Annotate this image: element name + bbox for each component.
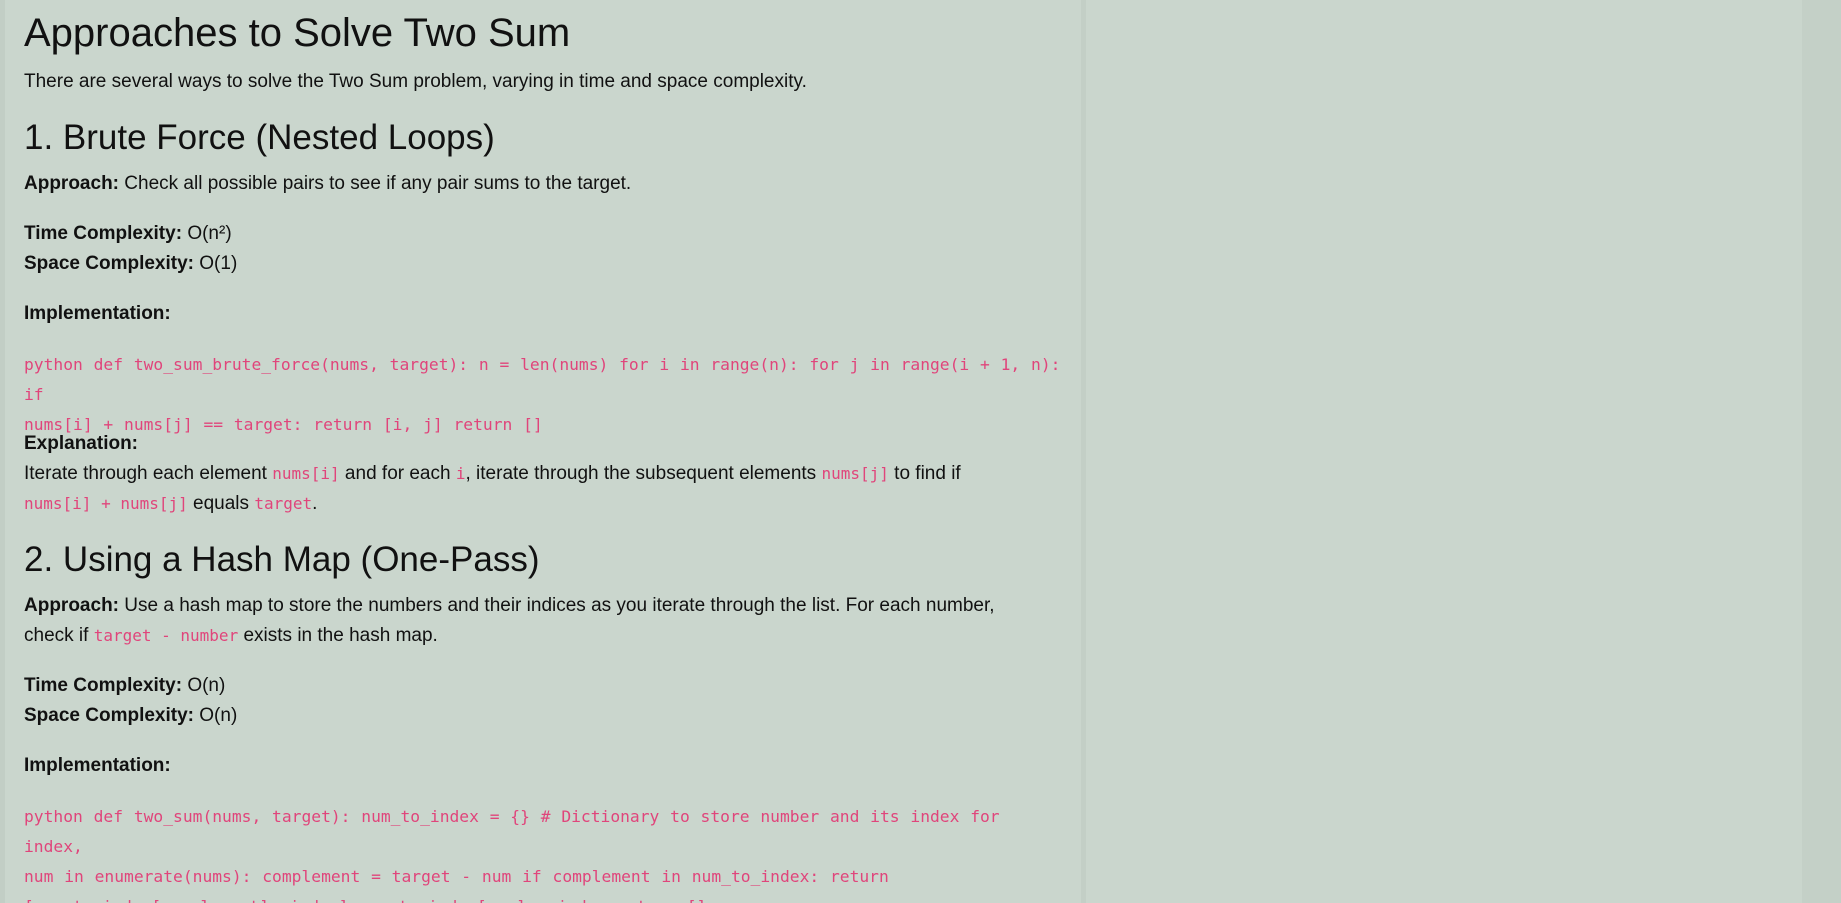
brute-force-explanation-line1: Iterate through each element nums[i] and… bbox=[24, 459, 1064, 489]
approach-text: Use a hash map to store the numbers and … bbox=[124, 595, 995, 616]
hash-map-code-block: python def two_sum(nums, target): num_to… bbox=[24, 802, 1064, 903]
time-complexity-label: Time Complexity: bbox=[24, 223, 183, 244]
inline-code: i bbox=[455, 464, 466, 483]
approach-text: Check all possible pairs to see if any p… bbox=[124, 173, 632, 194]
time-complexity-value: O(n²) bbox=[187, 223, 232, 244]
inline-code: target bbox=[254, 494, 313, 513]
time-complexity-value: O(n) bbox=[187, 675, 226, 696]
hash-map-approach-line1: Approach: Use a hash map to store the nu… bbox=[24, 591, 1064, 621]
approach-label: Approach: bbox=[24, 173, 119, 194]
page-title: Approaches to Solve Two Sum bbox=[24, 11, 571, 55]
hash-map-space-complexity: Space Complexity: O(n) bbox=[24, 701, 1064, 731]
space-complexity-label: Space Complexity: bbox=[24, 253, 194, 274]
section-title-brute-force: 1. Brute Force (Nested Loops) bbox=[24, 118, 495, 157]
code-line: num in enumerate(nums): complement = tar… bbox=[24, 867, 889, 886]
inline-code: target - number bbox=[93, 626, 239, 645]
approach-label: Approach: bbox=[24, 595, 119, 616]
hash-map-approach-line2: check if target - number exists in the h… bbox=[24, 621, 1064, 651]
implementation-label: Implementation: bbox=[24, 755, 171, 776]
space-complexity-value: O(n) bbox=[199, 705, 238, 726]
brute-force-explanation-label: Explanation: bbox=[24, 429, 1064, 459]
brute-force-explanation-line2: nums[i] + nums[j] equals target. bbox=[24, 489, 1064, 519]
hash-map-implementation-label: Implementation: bbox=[24, 751, 1064, 781]
brute-force-implementation-label: Implementation: bbox=[24, 299, 1064, 329]
section-title-hash-map: 2. Using a Hash Map (One-Pass) bbox=[24, 540, 540, 579]
implementation-label: Implementation: bbox=[24, 303, 171, 324]
brute-force-space-complexity: Space Complexity: O(1) bbox=[24, 249, 1064, 279]
explanation-text: and for each bbox=[339, 463, 456, 484]
side-panel bbox=[1086, 0, 1802, 903]
time-complexity-label: Time Complexity: bbox=[24, 675, 183, 696]
approach-text: exists in the hash map. bbox=[238, 625, 438, 646]
space-complexity-label: Space Complexity: bbox=[24, 705, 194, 726]
space-complexity-value: O(1) bbox=[199, 253, 238, 274]
main-content-panel: Approaches to Solve Two Sum There are se… bbox=[5, 0, 1085, 903]
code-line: python def two_sum_brute_force(nums, tar… bbox=[24, 355, 1061, 404]
code-line: python def two_sum(nums, target): num_to… bbox=[24, 807, 1000, 856]
brute-force-code-block: python def two_sum_brute_force(nums, tar… bbox=[24, 350, 1064, 440]
explanation-text: to find if bbox=[888, 463, 961, 484]
code-line: [num_to_index[complement], index] num_to… bbox=[24, 892, 1064, 903]
brute-force-time-complexity: Time Complexity: O(n²) bbox=[24, 219, 1064, 249]
explanation-label: Explanation: bbox=[24, 433, 139, 454]
scrollbar-track[interactable] bbox=[1802, 0, 1841, 903]
approach-text: check if bbox=[24, 625, 94, 646]
explanation-text: , iterate through the subsequent element… bbox=[465, 463, 822, 484]
explanation-text: equals bbox=[187, 493, 255, 514]
inline-code: nums[i] + nums[j] bbox=[24, 494, 188, 513]
explanation-text: . bbox=[312, 493, 318, 514]
explanation-text: Iterate through each element bbox=[24, 463, 273, 484]
hash-map-time-complexity: Time Complexity: O(n) bbox=[24, 671, 1064, 701]
inline-code: nums[j] bbox=[821, 464, 889, 483]
inline-code: nums[i] bbox=[272, 464, 340, 483]
brute-force-approach: Approach: Check all possible pairs to se… bbox=[24, 169, 1064, 199]
intro-text: There are several ways to solve the Two … bbox=[24, 71, 807, 92]
